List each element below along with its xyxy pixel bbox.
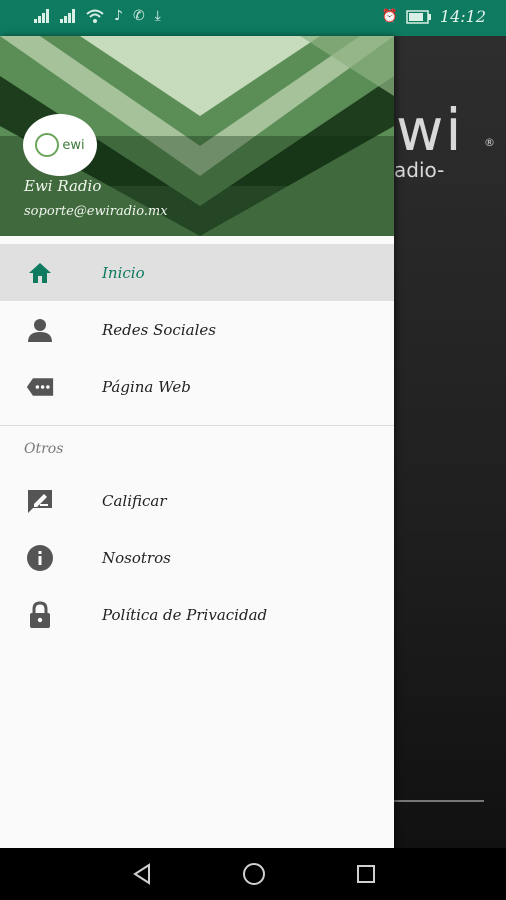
section-title-otros: Otros <box>24 441 64 457</box>
menu-item-calificar[interactable]: Calificar <box>0 472 394 529</box>
recents-icon <box>357 865 375 883</box>
menu-item-label: Inicio <box>102 263 145 282</box>
menu-item-label: Calificar <box>102 491 167 510</box>
logo-ring-icon <box>35 133 60 157</box>
download-icon: ⤓ <box>154 8 161 24</box>
menu-item-label: Nosotros <box>102 548 171 567</box>
navigation-drawer: ewi Ewi Radio soporte@ewiradio.mx Inicio… <box>0 36 394 848</box>
rate-review-icon <box>26 487 54 515</box>
status-left-icons: ♪ ✆ ⤓ <box>34 8 161 24</box>
home-button[interactable] <box>242 862 266 886</box>
label-more-icon <box>26 373 54 401</box>
back-button[interactable] <box>130 862 154 886</box>
recents-button[interactable] <box>354 862 378 886</box>
person-icon <box>26 316 54 344</box>
lock-icon <box>26 600 54 629</box>
system-nav-bar <box>0 848 506 900</box>
menu-item-pagina-web[interactable]: Página Web <box>0 358 394 415</box>
info-icon <box>26 544 54 572</box>
app-logo: ewi <box>35 133 85 157</box>
call-icon: ✆ <box>132 8 145 24</box>
music-icon: ♪ <box>114 8 123 24</box>
menu-item-label: Redes Sociales <box>102 320 216 339</box>
logo-text: ewi <box>62 137 85 153</box>
menu-item-politica-privacidad[interactable]: Política de Privacidad <box>0 586 394 643</box>
menu-item-label: Política de Privacidad <box>102 605 268 624</box>
signal-icon <box>60 9 75 23</box>
background-subtitle: adio- <box>394 158 445 182</box>
status-right: ⏰ 14:12 <box>382 7 486 26</box>
support-email: soporte@ewiradio.mx <box>24 204 168 219</box>
menu-item-label: Página Web <box>102 377 191 396</box>
status-bar: ♪ ✆ ⤓ ⏰ 14:12 <box>0 0 506 36</box>
background-app: wi ® adio- <box>394 36 506 848</box>
drawer-menu: Inicio Redes Sociales Página Web Otros C… <box>0 244 394 643</box>
signal-icon <box>34 9 49 23</box>
drawer-header: ewi Ewi Radio soporte@ewiradio.mx <box>0 36 394 236</box>
home-circle-icon <box>243 863 265 885</box>
home-icon <box>26 259 54 287</box>
background-progress-line <box>394 800 484 802</box>
app-name: Ewi Radio <box>24 177 102 195</box>
app-logo-avatar[interactable]: ewi <box>23 114 97 176</box>
status-time: 14:12 <box>439 7 486 26</box>
alarm-icon: ⏰ <box>381 9 398 24</box>
background-logo: wi <box>396 96 464 164</box>
battery-icon <box>406 9 431 24</box>
menu-item-nosotros[interactable]: Nosotros <box>0 529 394 586</box>
wifi-icon <box>86 9 104 23</box>
menu-item-inicio[interactable]: Inicio <box>0 244 394 301</box>
menu-item-redes-sociales[interactable]: Redes Sociales <box>0 301 394 358</box>
back-icon <box>133 863 150 885</box>
background-reg-mark: ® <box>484 136 495 149</box>
